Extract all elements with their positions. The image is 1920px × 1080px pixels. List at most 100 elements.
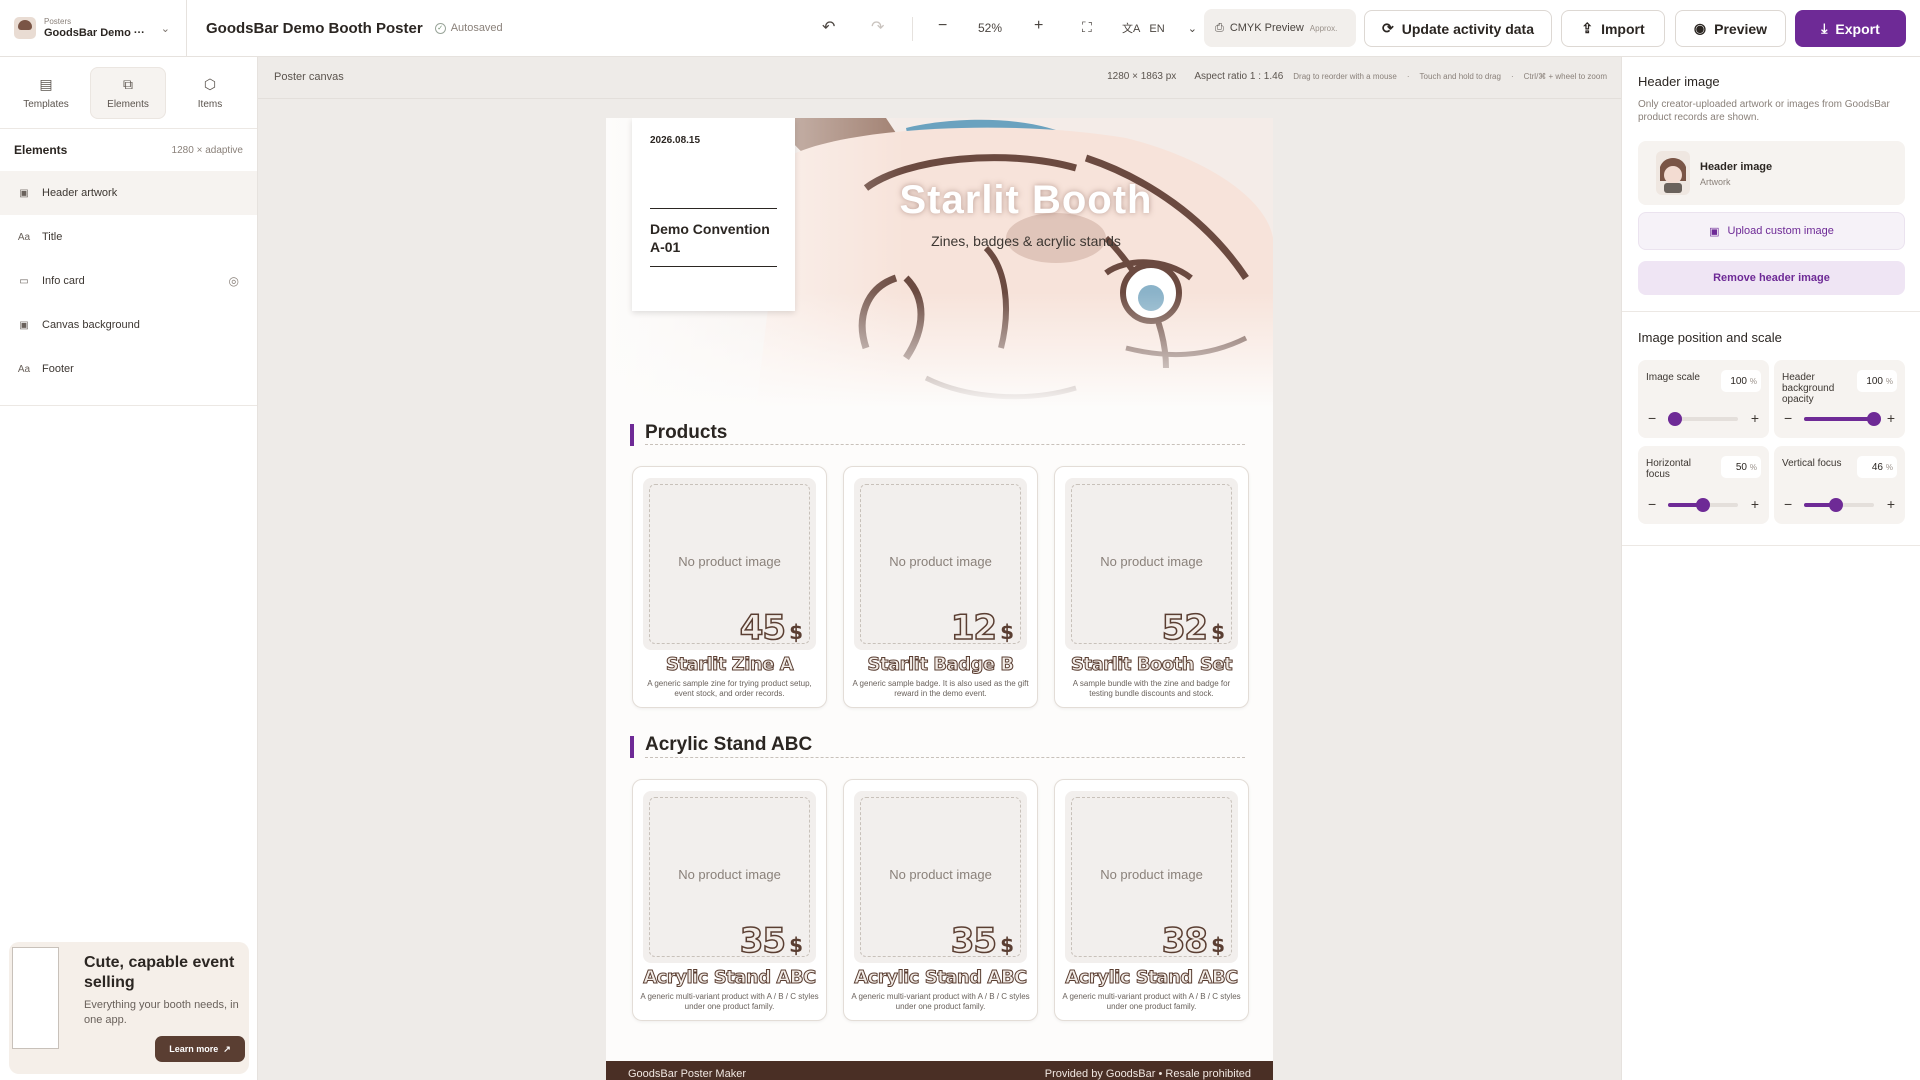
poster[interactable]: 2026.08.15 Demo Convention A-01 Starlit … bbox=[606, 118, 1273, 1080]
control-value-input[interactable]: 46 bbox=[1857, 456, 1897, 478]
control-value-input[interactable]: 100 bbox=[1721, 370, 1761, 392]
poster-footer[interactable]: GoodsBar Poster Maker Provided by GoodsB… bbox=[606, 1061, 1273, 1080]
plus-icon[interactable]: + bbox=[1887, 496, 1895, 512]
import-button[interactable]: ⇪ Import bbox=[1561, 10, 1665, 47]
zoom-out-icon[interactable]: − bbox=[938, 17, 947, 35]
tab-templates[interactable]: ▤ Templates bbox=[8, 67, 84, 119]
slider-track[interactable] bbox=[1668, 498, 1738, 512]
tab-items[interactable]: ⬡ Items bbox=[172, 67, 248, 119]
box-icon: ⬡ bbox=[203, 76, 217, 92]
upload-custom-image-button[interactable]: ▣ Upload custom image bbox=[1638, 212, 1905, 250]
slider-fill bbox=[1804, 417, 1874, 421]
canvas-area[interactable]: Poster canvas 1280 × 1863 px Aspect rati… bbox=[258, 57, 1621, 1080]
thumbnail-art bbox=[1660, 158, 1686, 193]
product-image-placeholder: No product image 45 $ bbox=[643, 478, 816, 650]
product-card[interactable]: No product image 38 $ Acrylic Stand ABC A… bbox=[1054, 779, 1249, 1021]
update-activity-button[interactable]: ⟳ Update activity data bbox=[1364, 10, 1552, 47]
control-value-input[interactable]: 50 bbox=[1721, 456, 1761, 478]
elements-header: Elements 1280 × adaptive bbox=[0, 129, 257, 171]
header-opacity-control: Header background opacity 100 − + bbox=[1774, 360, 1905, 438]
slider-track[interactable] bbox=[1804, 412, 1881, 426]
learn-more-label: Learn more bbox=[169, 1044, 219, 1054]
document-title[interactable]: GoodsBar Demo Booth Poster bbox=[206, 20, 423, 37]
poster-subtitle[interactable]: Zines, badges & acrylic stands bbox=[826, 233, 1226, 249]
workspace-switcher[interactable]: Posters GoodsBar Demo ··· ⌄ bbox=[0, 0, 187, 57]
image-type: Artwork bbox=[1700, 177, 1731, 187]
workspace-avatar bbox=[14, 17, 36, 39]
plus-icon[interactable]: + bbox=[1887, 410, 1895, 426]
product-image-placeholder: No product image 38 $ bbox=[1065, 791, 1238, 963]
horizontal-focus-control: Horizontal focus 50 − + bbox=[1638, 446, 1769, 524]
element-title[interactable]: Aa Title bbox=[0, 215, 257, 259]
section-title[interactable]: Acrylic Stand ABC bbox=[645, 734, 812, 756]
cmyk-preview-toggle[interactable]: ⎙ CMYK Preview Approx. bbox=[1204, 9, 1356, 47]
redo-icon[interactable]: ↷ bbox=[871, 17, 884, 37]
text-icon: Aa bbox=[17, 231, 31, 243]
preview-button[interactable]: ◉ Preview bbox=[1675, 10, 1786, 47]
product-description: A sample bundle with the zine and badge … bbox=[1072, 679, 1231, 698]
minus-icon[interactable]: − bbox=[1648, 410, 1656, 426]
product-name: Starlit Zine A bbox=[665, 654, 794, 676]
product-card[interactable]: No product image 35 $ Acrylic Stand ABC A… bbox=[843, 779, 1038, 1021]
product-card[interactable]: No product image 45 $ Starlit Zine A A ge… bbox=[632, 466, 827, 708]
event-date: 2026.08.15 bbox=[650, 135, 701, 146]
canvas-hint: Touch and hold to drag bbox=[1419, 72, 1501, 81]
undo-icon[interactable]: ↶ bbox=[822, 17, 835, 37]
header-artwork[interactable]: 2026.08.15 Demo Convention A-01 Starlit … bbox=[606, 118, 1273, 408]
minus-icon[interactable]: − bbox=[1784, 496, 1792, 512]
plus-icon[interactable]: + bbox=[1751, 496, 1759, 512]
slider-handle[interactable] bbox=[1696, 498, 1710, 512]
product-description: A generic multi-variant product with A /… bbox=[851, 992, 1030, 1011]
element-footer[interactable]: Aa Footer bbox=[0, 347, 257, 391]
learn-more-button[interactable]: Learn more ↗ bbox=[155, 1036, 245, 1062]
slider-track[interactable] bbox=[1804, 498, 1874, 512]
fit-screen-icon[interactable]: ⛶ bbox=[1082, 19, 1092, 36]
product-card[interactable]: No product image 35 $ Acrylic Stand ABC A… bbox=[632, 779, 827, 1021]
image-icon: ▣ bbox=[19, 319, 29, 331]
plus-icon[interactable]: + bbox=[1751, 410, 1759, 426]
tab-label: Items bbox=[197, 99, 223, 110]
product-card[interactable]: No product image 52 $ Starlit Booth Set A… bbox=[1054, 466, 1249, 708]
autosave-status: ✓ Autosaved bbox=[434, 22, 503, 34]
upload-icon: ⇪ bbox=[1581, 20, 1594, 36]
element-label: Title bbox=[42, 231, 63, 243]
divider bbox=[650, 266, 777, 267]
price-currency: $ bbox=[1000, 620, 1014, 644]
slider-handle[interactable] bbox=[1867, 412, 1881, 426]
top-bar: Posters GoodsBar Demo ··· ⌄ GoodsBar Dem… bbox=[0, 0, 1920, 57]
properties-panel: Header image Only creator-uploaded artwo… bbox=[1621, 57, 1920, 1080]
translate-icon: 文A bbox=[1122, 23, 1141, 35]
control-label: Header background opacity bbox=[1782, 372, 1835, 405]
section-title[interactable]: Products bbox=[645, 422, 727, 444]
element-info-card[interactable]: ▭ Info card ◎ bbox=[0, 259, 257, 303]
selected-image-card[interactable]: Header image Artwork bbox=[1638, 141, 1905, 205]
element-label: Footer bbox=[42, 363, 74, 375]
language-selector[interactable]: 文A EN ⌄ bbox=[1122, 20, 1197, 36]
minus-icon[interactable]: − bbox=[1648, 496, 1656, 512]
poster-title[interactable]: Starlit Booth bbox=[826, 178, 1226, 223]
canvas-info: 1280 × 1863 px Aspect ratio 1 : 1.46 Dra… bbox=[1107, 71, 1607, 82]
minus-icon[interactable]: − bbox=[1784, 410, 1792, 426]
export-button[interactable]: ⤓ Export bbox=[1795, 10, 1906, 47]
preview-label: Preview bbox=[1714, 20, 1768, 37]
slider-track[interactable] bbox=[1668, 412, 1738, 426]
slider-handle[interactable] bbox=[1829, 498, 1844, 512]
product-card[interactable]: No product image 12 $ Starlit Badge B A g… bbox=[843, 466, 1038, 708]
left-panel: ▤ Templates ⧉ Elements ⬡ Items Elements … bbox=[0, 57, 258, 1080]
product-price: 52 $ bbox=[1161, 607, 1225, 649]
slider-handle[interactable] bbox=[1668, 412, 1682, 426]
element-header-artwork[interactable]: ▣ Header artwork bbox=[0, 171, 257, 215]
footer-left-text: GoodsBar Poster Maker bbox=[628, 1068, 746, 1080]
tab-elements[interactable]: ⧉ Elements bbox=[90, 67, 166, 119]
control-value-input[interactable]: 100 bbox=[1857, 370, 1897, 392]
element-canvas-background[interactable]: ▣ Canvas background bbox=[0, 303, 257, 347]
zoom-in-icon[interactable]: + bbox=[1034, 17, 1043, 35]
eye-icon[interactable]: ◎ bbox=[229, 274, 239, 288]
info-card[interactable]: 2026.08.15 Demo Convention A-01 bbox=[632, 118, 795, 311]
remove-header-image-button[interactable]: Remove header image bbox=[1638, 261, 1905, 295]
text-icon: Aa bbox=[17, 363, 31, 375]
elements-title: Elements bbox=[14, 143, 68, 157]
price-value: 52 bbox=[1161, 607, 1209, 649]
divider bbox=[1622, 545, 1920, 546]
zoom-level[interactable]: 52% bbox=[978, 21, 1002, 35]
